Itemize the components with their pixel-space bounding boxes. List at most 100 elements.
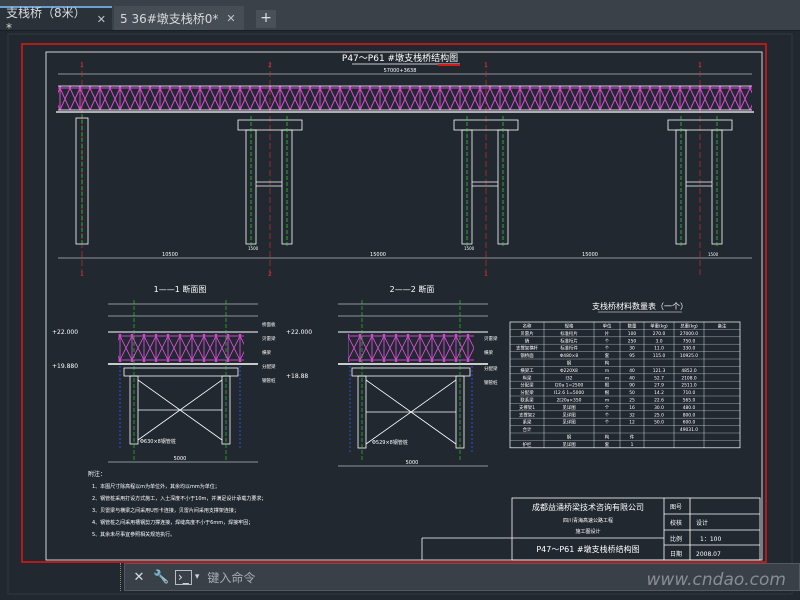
table-cell: 个: [605, 338, 610, 344]
table-cell: 14.2: [654, 390, 664, 396]
svg-text:1：100: 1：100: [700, 536, 721, 543]
table-cell: 100: [628, 331, 637, 337]
table-cell: 115.0: [653, 353, 666, 359]
table-cell: 12: [629, 420, 635, 426]
close-icon[interactable]: ✕: [131, 570, 147, 585]
table-header-cell: 总重(kg): [680, 323, 698, 330]
table-cell: 32: [629, 412, 635, 418]
svg-text:4、钢管桩之间采用槽钢剪刀撑连接，焊缝高度不小于6mm，焊接: 4、钢管桩之间采用槽钢剪刀撑连接，焊缝高度不小于6mm，焊接牢固；: [92, 519, 253, 526]
svg-text:1500: 1500: [248, 246, 259, 251]
title-block-labels: 图号 校核 比例 日期 设计 1：100 2008.07: [670, 504, 721, 558]
tab-label: 5 36#墩支栈桥0*: [120, 11, 219, 26]
project-name: 四川青海高速公路工程: [563, 517, 613, 524]
table-cell: 90: [629, 383, 635, 389]
table-cell: I20a 1=2500: [555, 383, 584, 389]
table-cell: 270.0: [653, 331, 666, 337]
table-cell: 根: [605, 382, 610, 389]
table-cell: 49031.0: [680, 427, 698, 433]
table-cell: 标准桁片: [560, 330, 578, 337]
table-cell: 50: [629, 390, 635, 396]
svg-text:分配梁: 分配梁: [262, 363, 276, 370]
svg-text:1: 1: [80, 271, 84, 278]
table-cell: 710.0: [683, 390, 696, 396]
table-cell: I32: [566, 375, 573, 381]
svg-text:1: 1: [698, 62, 702, 69]
table-cell: 800.0: [683, 412, 696, 418]
elevation-1: +22.000: [52, 329, 78, 336]
tab-document-2[interactable]: 5 36#墩支栈桥0* ✕: [114, 6, 244, 30]
tab-document-1[interactable]: 支栈桥（8米）* ✕: [0, 6, 112, 35]
svg-text:钢管桩: 钢管桩: [484, 379, 498, 386]
table-header-cell: 数量: [628, 323, 637, 330]
drawing-name: P47～P61 #墩支栈桥结构图: [536, 544, 639, 554]
table-cell: 个: [605, 412, 610, 418]
svg-text:1: 1: [484, 271, 488, 278]
table-cell: 4852.0: [681, 368, 697, 374]
drawing-canvas[interactable]: P47～P61 #墩支栈桥结构图 57000+3638 1211 121 105…: [0, 31, 800, 600]
chevron-down-icon[interactable]: ▾: [195, 572, 200, 582]
pile-label-1: Φ630×8钢管桩: [140, 438, 176, 445]
pile-centerlines: [81, 114, 718, 246]
section2-piers: [351, 367, 471, 449]
table-cell: 480.0: [683, 405, 696, 411]
table-cell: 330.0: [683, 346, 696, 352]
table-cell: m: [605, 376, 609, 381]
command-prompt-icon[interactable]: ›_: [175, 569, 192, 585]
table-cell: 联系梁: [520, 397, 534, 404]
stage: 施工图设计: [575, 528, 600, 535]
material-table: 名称 规格 单位 数量 单重(kg) 总重(kg) 备注贝雷片 标准桁片片 100 270.0 27…: [509, 321, 741, 449]
table-cell: 2[20a×350: [557, 398, 582, 404]
watermark: www.cndao.com: [646, 570, 786, 590]
command-input[interactable]: 键入命令: [207, 569, 255, 586]
svg-text:5、其余未尽事宜参照相关规范执行。: 5、其余未尽事宜参照相关规范执行。: [92, 531, 175, 538]
table-cell: 钢: [567, 360, 572, 367]
table-cell: 标准桁件: [560, 345, 578, 352]
table-cell: 个: [605, 405, 610, 411]
table-cell: 套: [605, 352, 610, 359]
svg-text:分配梁: 分配梁: [484, 365, 498, 372]
table-cell: 横梁工: [520, 367, 534, 374]
svg-text:比例: 比例: [670, 535, 682, 543]
span-dims: 10500 15000 15000: [162, 252, 598, 258]
table-cell: 护栏: [523, 441, 532, 448]
table-header-cell: 名称: [523, 323, 532, 330]
drawing-title: P47～P61 #墩支栈桥结构图: [342, 52, 458, 64]
svg-text:桥面板: 桥面板: [262, 321, 276, 328]
close-icon[interactable]: ✕: [226, 12, 235, 25]
table-header-cell: 备注: [718, 323, 727, 330]
tab-label: 支栈桥（8米）*: [6, 5, 86, 35]
table-header-cell: 单位: [603, 323, 612, 330]
table-cell: 见详图: [562, 441, 576, 448]
table-cell: 3.0: [656, 338, 663, 344]
svg-text:钢管桩: 钢管桩: [262, 377, 276, 384]
table-cell: 片: [605, 330, 609, 337]
svg-text:1500: 1500: [464, 246, 475, 251]
table-cell: 2108.0: [681, 375, 697, 381]
table-cell: I12.6 1=5000: [554, 390, 584, 396]
table-cell: 套: [605, 441, 610, 448]
table-cell: 2511.0: [681, 383, 697, 389]
table-cell: 250: [628, 338, 637, 344]
svg-text:2008.07: 2008.07: [696, 551, 721, 558]
svg-text:10500: 10500: [162, 252, 178, 258]
table-cell: 40: [629, 375, 635, 381]
table-title: 支栈桥材料数量表（一个）: [592, 301, 688, 311]
table-cell: 10925.0: [680, 353, 698, 359]
table-cell: 121.3: [653, 368, 666, 374]
table-cell: 支撑架横杆: [516, 345, 539, 352]
table-cell: 标准桁片: [560, 337, 578, 344]
document-tab-bar: 支栈桥（8米）* ✕ 5 36#墩支栈桥0* ✕ +: [0, 0, 800, 35]
svg-text:3、贝雷梁与横梁之间采用U形卡连接，贝雷片间采用支撑架连接；: 3、贝雷梁与横梁之间采用U形卡连接，贝雷片间采用支撑架连接；: [92, 507, 239, 514]
table-cell: 构: [605, 360, 610, 367]
table-cell: 95: [629, 353, 635, 359]
svg-text:设计: 设计: [696, 519, 708, 527]
svg-text:2、钢管桩采用打设方式施工，入土深度不小于10m，并满足设计: 2、钢管桩采用打设方式施工，入土深度不小于10m，并满足设计承载力要求；: [92, 495, 266, 502]
table-cell: 22.6: [654, 398, 664, 404]
table-cell: 565.0: [683, 398, 696, 404]
close-icon[interactable]: ✕: [97, 13, 106, 26]
table-cell: 30.0: [654, 405, 664, 411]
wrench-icon[interactable]: 🔧: [153, 570, 169, 585]
table-cell: 钢桥面: [520, 352, 534, 359]
new-tab-button[interactable]: +: [256, 10, 276, 28]
section2-title: 2——2 断面: [390, 284, 435, 294]
